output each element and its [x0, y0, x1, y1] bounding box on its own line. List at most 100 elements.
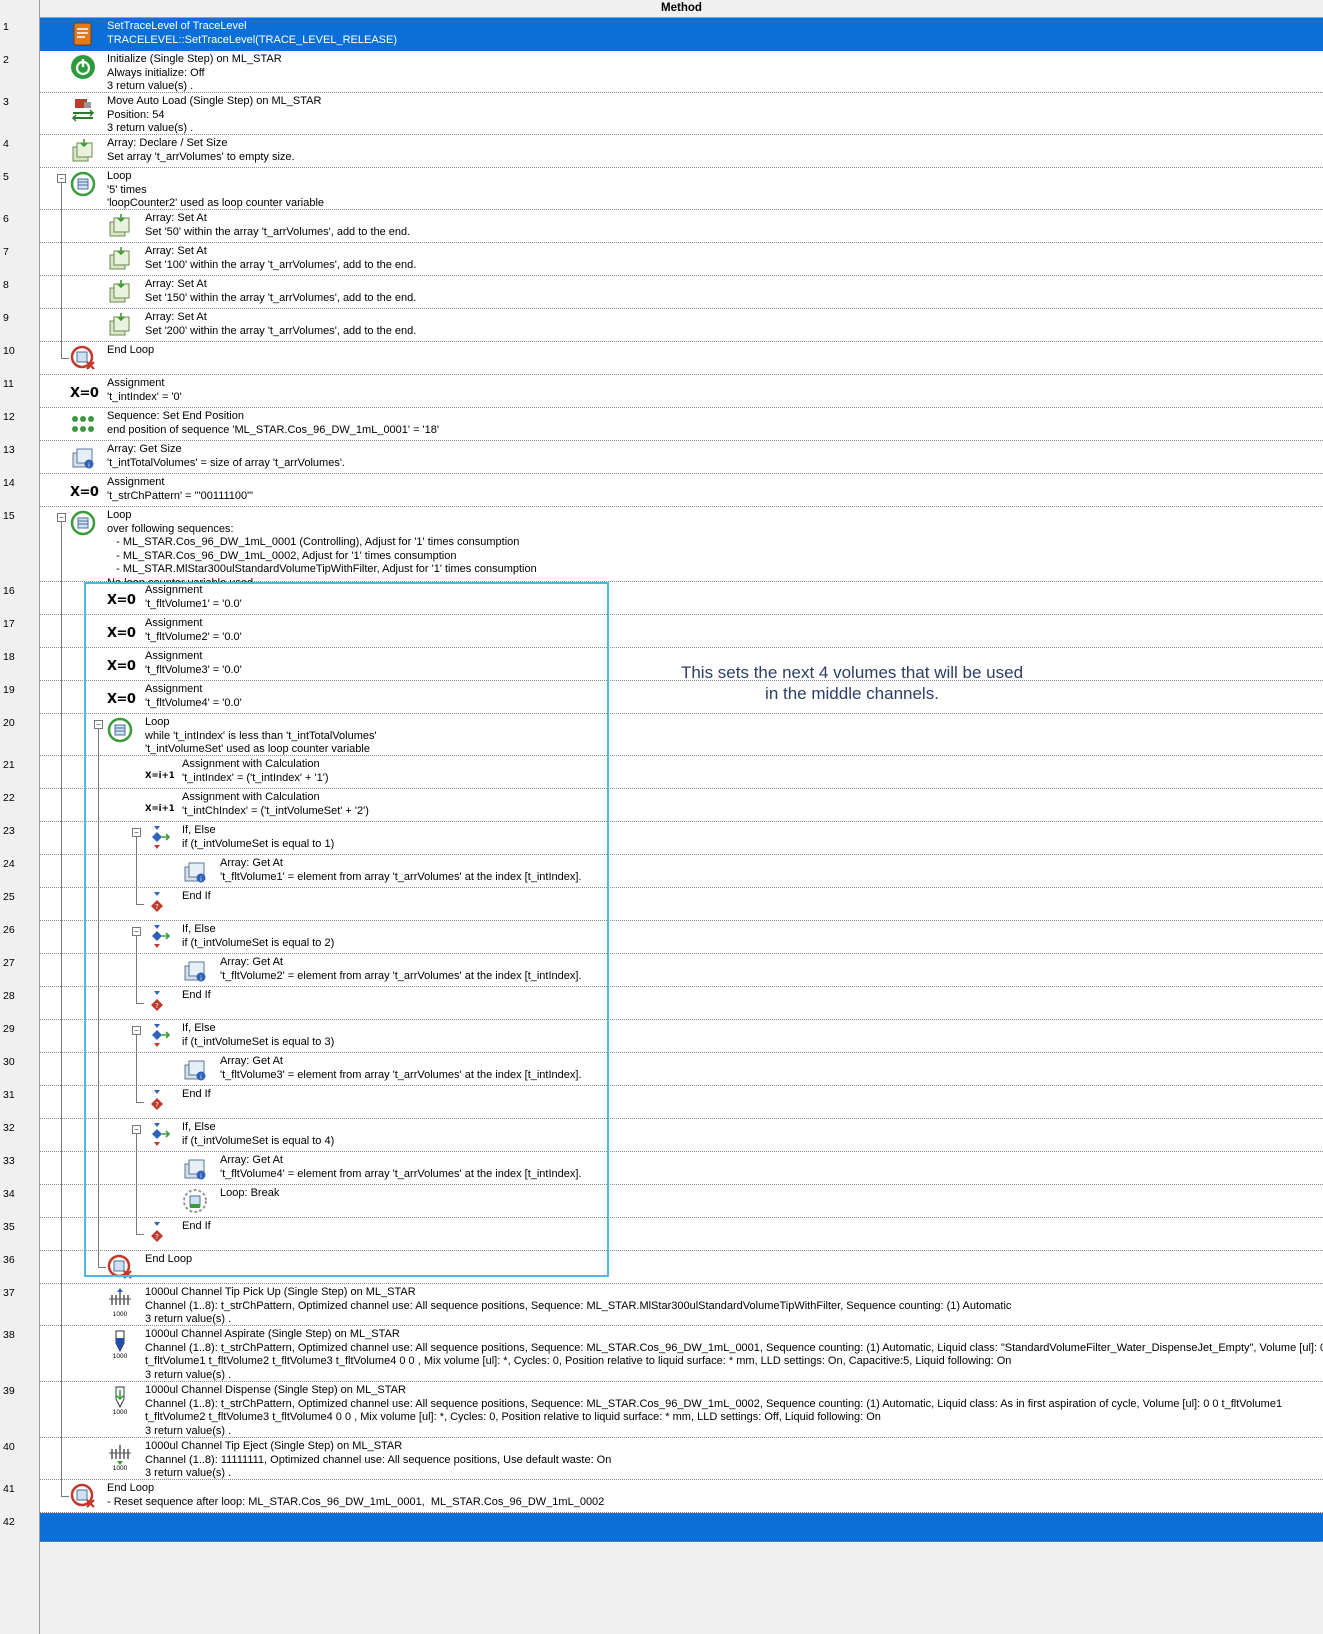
step-cell[interactable]: If, Else if (t_intVolumeSet is equal to 3…: [40, 1020, 1323, 1053]
method-step-row[interactable]: 17 X=0 Assignment't_fltVolume2' = '0.0': [0, 615, 1323, 648]
method-step-row[interactable]: 9 Array: Set At Set '200' within the array…: [0, 309, 1323, 342]
step-cell[interactable]: Loop: Break: [40, 1185, 1323, 1218]
step-cell[interactable]: Array: Set At Set '100' within the array …: [40, 243, 1323, 276]
method-step-row[interactable]: 4 Array: Declare / Set Size Set array 't_a…: [0, 135, 1323, 168]
step-text: If, Else if (t_intVolumeSet is equal to 4…: [182, 1121, 334, 1148]
step-cell[interactable]: Loop while 't_intIndex' is less than 't_i…: [40, 714, 1323, 756]
step-cell[interactable]: End Loop - Reset sequence after loop: ML_…: [40, 1480, 1323, 1513]
collapse-toggle[interactable]: −: [132, 1125, 141, 1134]
method-step-row[interactable]: 28? End If: [0, 987, 1323, 1020]
method-step-row[interactable]: 11 X=0 Assignment't_intIndex' = '0': [0, 375, 1323, 408]
method-step-row[interactable]: 23 If, Else if (t_intVolumeSet is equal to…: [0, 822, 1323, 855]
step-cell[interactable]: X=i+1 Assignment with Calculation't_intCh…: [40, 789, 1323, 822]
step-cell[interactable]: Move Auto Load (Single Step) on ML_STAR P…: [40, 93, 1323, 135]
step-cell[interactable]: Array: Set At Set '50' within the array '…: [40, 210, 1323, 243]
method-step-row[interactable]: 10 End Loop: [0, 342, 1323, 375]
step-cell[interactable]: Initialize (Single Step) on ML_STAR Alway…: [40, 51, 1323, 93]
method-step-row[interactable]: 35? End If: [0, 1218, 1323, 1251]
collapse-toggle[interactable]: −: [132, 828, 141, 837]
collapse-toggle[interactable]: −: [132, 1026, 141, 1035]
step-cell[interactable]: ? End If: [40, 888, 1323, 921]
step-cell[interactable]: X=0 Assignment't_strChPattern' = '"001111…: [40, 474, 1323, 507]
collapse-toggle[interactable]: −: [94, 720, 103, 729]
step-cell[interactable]: Loop '5' times'loopCounter2' used as loop…: [40, 168, 1323, 210]
step-cell[interactable]: i Array: Get At't_fltVolume2' = element f…: [40, 954, 1323, 987]
column-header[interactable]: Method: [40, 0, 1323, 18]
method-step-row[interactable]: 37 1000 1000ul Channel Tip Pick Up (Single…: [0, 1284, 1323, 1326]
method-step-row[interactable]: 8 Array: Set At Set '150' within the array…: [0, 276, 1323, 309]
method-step-row[interactable]: 38 1000 1000ul Channel Aspirate (Single St…: [0, 1326, 1323, 1382]
step-cell[interactable]: Sequence: Set End Position end position o…: [40, 408, 1323, 441]
step-cell[interactable]: 1000 1000ul Channel Dispense (Single Step…: [40, 1382, 1323, 1438]
step-cell[interactable]: i Array: Get At't_fltVolume3' = element f…: [40, 1053, 1323, 1086]
method-step-row[interactable]: 33 i Array: Get At't_fltVolume4' = element…: [0, 1152, 1323, 1185]
method-step-row[interactable]: 31? End If: [0, 1086, 1323, 1119]
method-step-row[interactable]: 42: [0, 1513, 1323, 1542]
row-number: 4: [3, 138, 9, 150]
method-step-row[interactable]: 12 Sequence: Set End Position end position…: [0, 408, 1323, 441]
method-step-row[interactable]: 14 X=0 Assignment't_strChPattern' = '"0011…: [0, 474, 1323, 507]
step-cell[interactable]: Array: Set At Set '150' within the array …: [40, 276, 1323, 309]
method-step-row[interactable]: 39 1000 1000ul Channel Dispense (Single St…: [0, 1382, 1323, 1438]
method-step-row[interactable]: 15 Loop over following sequences: - ML_STA…: [0, 507, 1323, 589]
step-cell[interactable]: [40, 1513, 1323, 1542]
step-cell[interactable]: ? End If: [40, 987, 1323, 1020]
step-title: End Loop: [145, 1253, 193, 1265]
step-title: Assignment: [145, 683, 203, 695]
step-cell[interactable]: X=0 Assignment't_intIndex' = '0': [40, 375, 1323, 408]
collapse-toggle[interactable]: −: [132, 927, 141, 936]
method-step-row[interactable]: 30 i Array: Get At't_fltVolume3' = element…: [0, 1053, 1323, 1086]
step-text: SetTraceLevel of TraceLevel TRACELEVEL::S…: [107, 20, 397, 47]
step-cell[interactable]: X=0 Assignment't_fltVolume1' = '0.0': [40, 582, 1323, 615]
method-step-row[interactable]: 40 1000 1000ul Channel Tip Eject (Single S…: [0, 1438, 1323, 1480]
method-step-row[interactable]: 16 X=0 Assignment't_fltVolume1' = '0.0': [0, 582, 1323, 615]
method-step-row[interactable]: 32 If, Else if (t_intVolumeSet is equal to…: [0, 1119, 1323, 1152]
step-cell[interactable]: 1000 1000ul Channel Tip Pick Up (Single S…: [40, 1284, 1323, 1326]
method-step-row[interactable]: 5 Loop '5' times'loopCounter2' used as loo…: [0, 168, 1323, 210]
method-step-row[interactable]: 29 If, Else if (t_intVolumeSet is equal to…: [0, 1020, 1323, 1053]
method-step-row[interactable]: 36 End Loop: [0, 1251, 1323, 1284]
method-step-row[interactable]: 7 Array: Set At Set '100' within the array…: [0, 243, 1323, 276]
method-step-row[interactable]: 21 X=i+1 Assignment with Calculation't_int…: [0, 756, 1323, 789]
step-cell[interactable]: ? End If: [40, 1086, 1323, 1119]
step-cell[interactable]: If, Else if (t_intVolumeSet is equal to 4…: [40, 1119, 1323, 1152]
collapse-toggle[interactable]: −: [57, 513, 66, 522]
method-step-row[interactable]: 24 i Array: Get At't_fltVolume1' = element…: [0, 855, 1323, 888]
method-step-row[interactable]: 20 Loop while 't_intIndex' is less than 't…: [0, 714, 1323, 756]
method-step-row[interactable]: 13 i Array: Get Size't_intTotalVolumes' = …: [0, 441, 1323, 474]
step-cell[interactable]: X=i+1 Assignment with Calculation't_intIn…: [40, 756, 1323, 789]
loop-icon: [70, 510, 96, 536]
step-cell[interactable]: X=0 Assignment't_fltVolume2' = '0.0': [40, 615, 1323, 648]
step-cell[interactable]: Array: Declare / Set Size Set array 't_ar…: [40, 135, 1323, 168]
step-cell[interactable]: Array: Set At Set '200' within the array …: [40, 309, 1323, 342]
step-cell[interactable]: SetTraceLevel of TraceLevel TRACELEVEL::S…: [40, 18, 1323, 51]
tree-connector: [136, 1035, 137, 1102]
step-cell[interactable]: i Array: Get Size't_intTotalVolumes' = si…: [40, 441, 1323, 474]
method-step-row[interactable]: 1 SetTraceLevel of TraceLevel TRACELEVEL::…: [0, 18, 1323, 51]
method-step-row[interactable]: 2 Initialize (Single Step) on ML_STAR Alwa…: [0, 51, 1323, 93]
step-cell[interactable]: 1000 1000ul Channel Tip Eject (Single Ste…: [40, 1438, 1323, 1480]
step-cell[interactable]: If, Else if (t_intVolumeSet is equal to 1…: [40, 822, 1323, 855]
step-cell[interactable]: Loop over following sequences: - ML_STAR.…: [40, 507, 1323, 589]
method-step-row[interactable]: 26 If, Else if (t_intVolumeSet is equal to…: [0, 921, 1323, 954]
step-cell[interactable]: i Array: Get At't_fltVolume4' = element f…: [40, 1152, 1323, 1185]
method-step-row[interactable]: 27 i Array: Get At't_fltVolume2' = element…: [0, 954, 1323, 987]
step-cell[interactable]: End Loop: [40, 1251, 1323, 1284]
method-step-row[interactable]: 25? End If: [0, 888, 1323, 921]
step-cell[interactable]: End Loop: [40, 342, 1323, 375]
tip-pickup-icon: 1000: [107, 1287, 133, 1318]
method-step-row[interactable]: 41 End Loop - Reset sequence after loop: M…: [0, 1480, 1323, 1513]
step-cell[interactable]: i Array: Get At't_fltVolume1' = element f…: [40, 855, 1323, 888]
method-step-row[interactable]: 22 X=i+1 Assignment with Calculation't_int…: [0, 789, 1323, 822]
step-cell[interactable]: ? End If: [40, 1218, 1323, 1251]
method-step-row[interactable]: 3 Move Auto Load (Single Step) on ML_STAR…: [0, 93, 1323, 135]
step-cell[interactable]: If, Else if (t_intVolumeSet is equal to 2…: [40, 921, 1323, 954]
collapse-toggle[interactable]: −: [57, 174, 66, 183]
row-number: 19: [3, 684, 15, 696]
step-cell[interactable]: 1000 1000ul Channel Aspirate (Single Step…: [40, 1326, 1323, 1382]
method-step-row[interactable]: 6 Array: Set At Set '50' within the array …: [0, 210, 1323, 243]
step-detail-line: 't_intChIndex' = ('t_intVolumeSet' + '2'…: [182, 804, 369, 817]
step-text: 1000ul Channel Tip Pick Up (Single Step)…: [145, 1286, 1011, 1327]
array-get-icon: i: [182, 1056, 208, 1082]
method-step-row[interactable]: 34 Loop: Break: [0, 1185, 1323, 1218]
